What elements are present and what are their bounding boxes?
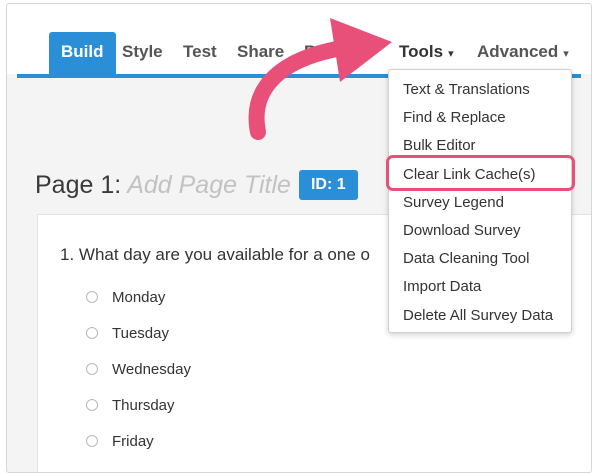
tab-build[interactable]: Build [49,32,116,74]
choice-label: Friday [112,432,154,450]
tab-advanced[interactable]: Advanced ▾ [477,32,569,74]
tab-reports-label: Re [304,42,326,61]
choice-item[interactable]: Thursday [86,387,191,423]
tab-tools[interactable]: Tools ▾ [399,32,454,74]
menu-item-data-cleaning-tool[interactable]: Data Cleaning Tool [389,245,571,273]
choice-label: Tuesday [112,324,169,342]
choice-label: Wednesday [112,360,191,378]
radio-button[interactable] [86,435,98,447]
choice-item[interactable]: Friday [86,423,191,459]
tab-test[interactable]: Test [183,32,217,74]
radio-button[interactable] [86,399,98,411]
choice-item[interactable]: Wednesday [86,351,191,387]
page-id-badge: ID: 1 [298,170,358,200]
radio-button[interactable] [86,363,98,375]
tab-advanced-label: Advanced [477,42,559,61]
page-title: Page 1: Add Page Title ID: 1 [35,170,358,200]
question-text: 1. What day are you available for a one … [60,245,370,264]
choice-item[interactable]: Monday [86,279,191,315]
radio-button[interactable] [86,327,98,339]
menu-item-survey-legend[interactable]: Survey Legend [389,189,571,217]
tab-reports[interactable]: Re [304,32,326,74]
tools-dropdown-menu: Text & Translations Find & Replace Bulk … [388,69,572,333]
choice-label: Thursday [112,396,175,414]
chevron-down-icon: ▾ [563,48,569,60]
tab-style[interactable]: Style [122,32,163,74]
choice-item[interactable]: Tuesday [86,315,191,351]
choice-label: Monday [112,288,166,306]
menu-item-text-translations[interactable]: Text & Translations [389,76,571,104]
tab-build-label: Build [61,42,104,61]
top-nav-bar: Build Style Test Share Re Tools ▾ Advance… [7,4,591,74]
tab-style-label: Style [122,42,163,61]
menu-item-download-survey[interactable]: Download Survey [389,217,571,245]
choice-list: Monday Tuesday Wednesday Thursday Friday [86,279,191,459]
tab-share-label: Share [237,42,285,61]
menu-item-delete-all-survey-data[interactable]: Delete All Survey Data [389,302,571,330]
menu-item-find-replace[interactable]: Find & Replace [389,104,571,132]
chevron-down-icon: ▾ [448,48,454,60]
tab-tools-label: Tools [399,42,444,61]
page-number: Page 1: [35,171,122,199]
menu-item-clear-link-cache[interactable]: Clear Link Cache(s) [389,161,571,189]
menu-item-import-data[interactable]: Import Data [389,273,571,301]
tab-share[interactable]: Share [237,32,284,74]
page-title-placeholder[interactable]: Add Page Title [127,171,291,199]
radio-button[interactable] [86,291,98,303]
tab-test-label: Test [183,42,217,61]
menu-item-bulk-editor[interactable]: Bulk Editor [389,132,571,160]
